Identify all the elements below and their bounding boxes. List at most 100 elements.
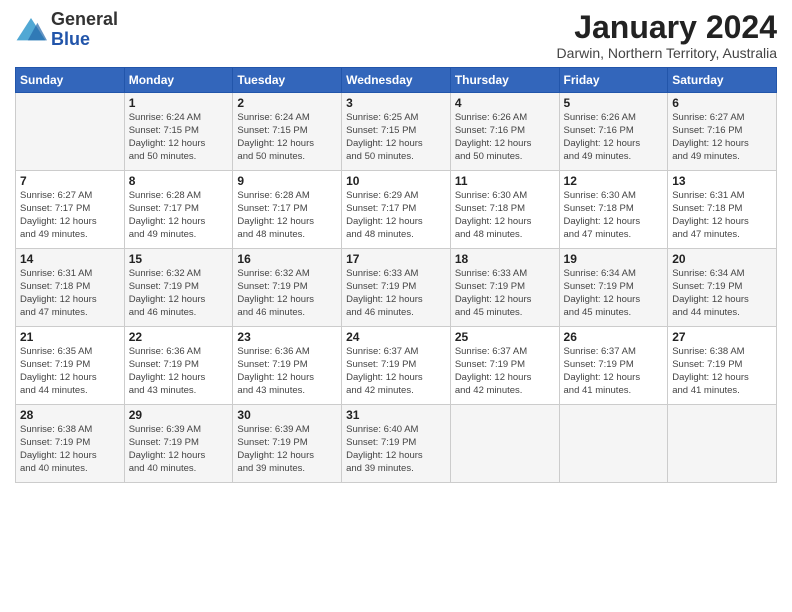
- day-info: Sunrise: 6:26 AMSunset: 7:16 PMDaylight:…: [455, 112, 555, 163]
- page: General Blue January 2024 Darwin, Northe…: [0, 0, 792, 612]
- day-cell: 5Sunrise: 6:26 AMSunset: 7:16 PMDaylight…: [559, 93, 668, 171]
- day-cell: 9 Sunrise: 6:28 AMSunset: 7:17 PMDaylight…: [233, 171, 342, 249]
- month-title: January 2024: [557, 10, 777, 45]
- day-number: 16: [237, 252, 337, 266]
- day-number: 28: [20, 408, 120, 422]
- day-info: Sunrise: 6:29 AMSunset: 7:17 PMDaylight:…: [346, 190, 446, 241]
- day-cell: 25 Sunrise: 6:37 AMSunset: 7:19 PMDayligh…: [450, 327, 559, 405]
- day-cell: 17 Sunrise: 6:33 AMSunset: 7:19 PMDayligh…: [342, 249, 451, 327]
- day-info: Sunrise: 6:28 AMSunset: 7:17 PMDaylight:…: [237, 190, 337, 241]
- header-cell-thursday: Thursday: [450, 68, 559, 93]
- day-info: Sunrise: 6:30 AMSunset: 7:18 PMDaylight:…: [564, 190, 664, 241]
- day-cell: 7 Sunrise: 6:27 AMSunset: 7:17 PMDaylight…: [16, 171, 125, 249]
- day-info: Sunrise: 6:36 AMSunset: 7:19 PMDaylight:…: [129, 346, 229, 397]
- calendar-table: SundayMondayTuesdayWednesdayThursdayFrid…: [15, 67, 777, 483]
- day-number: 11: [455, 174, 555, 188]
- day-cell: 19Sunrise: 6:34 AMSunset: 7:19 PMDayligh…: [559, 249, 668, 327]
- day-info: Sunrise: 6:38 AMSunset: 7:19 PMDaylight:…: [20, 424, 120, 475]
- day-info: Sunrise: 6:39 AMSunset: 7:19 PMDaylight:…: [237, 424, 337, 475]
- logo: General Blue: [15, 10, 118, 50]
- day-number: 17: [346, 252, 446, 266]
- day-info: Sunrise: 6:28 AMSunset: 7:17 PMDaylight:…: [129, 190, 229, 241]
- day-number: 5: [564, 96, 664, 110]
- day-number: 7: [20, 174, 120, 188]
- day-cell: 10 Sunrise: 6:29 AMSunset: 7:17 PMDayligh…: [342, 171, 451, 249]
- day-info: Sunrise: 6:39 AMSunset: 7:19 PMDaylight:…: [129, 424, 229, 475]
- day-number: 29: [129, 408, 229, 422]
- day-cell: 20Sunrise: 6:34 AMSunset: 7:19 PMDayligh…: [668, 249, 777, 327]
- title-block: January 2024 Darwin, Northern Territory,…: [557, 10, 777, 61]
- day-number: 18: [455, 252, 555, 266]
- day-number: 14: [20, 252, 120, 266]
- day-cell: 8 Sunrise: 6:28 AMSunset: 7:17 PMDaylight…: [124, 171, 233, 249]
- day-info: Sunrise: 6:36 AMSunset: 7:19 PMDaylight:…: [237, 346, 337, 397]
- day-number: 24: [346, 330, 446, 344]
- day-info: Sunrise: 6:27 AMSunset: 7:17 PMDaylight:…: [20, 190, 120, 241]
- day-cell: 4Sunrise: 6:26 AMSunset: 7:16 PMDaylight…: [450, 93, 559, 171]
- logo-general: General: [51, 9, 118, 29]
- day-number: 12: [564, 174, 664, 188]
- day-cell: 30 Sunrise: 6:39 AMSunset: 7:19 PMDayligh…: [233, 405, 342, 483]
- day-cell: 2Sunrise: 6:24 AMSunset: 7:15 PMDaylight…: [233, 93, 342, 171]
- day-number: 25: [455, 330, 555, 344]
- day-info: Sunrise: 6:25 AMSunset: 7:15 PMDaylight:…: [346, 112, 446, 163]
- day-info: Sunrise: 6:37 AMSunset: 7:19 PMDaylight:…: [455, 346, 555, 397]
- day-number: 30: [237, 408, 337, 422]
- header-cell-wednesday: Wednesday: [342, 68, 451, 93]
- day-number: 31: [346, 408, 446, 422]
- day-cell: 13Sunrise: 6:31 AMSunset: 7:18 PMDayligh…: [668, 171, 777, 249]
- day-info: Sunrise: 6:40 AMSunset: 7:19 PMDaylight:…: [346, 424, 446, 475]
- day-number: 19: [564, 252, 664, 266]
- day-info: Sunrise: 6:32 AMSunset: 7:19 PMDaylight:…: [237, 268, 337, 319]
- day-info: Sunrise: 6:33 AMSunset: 7:19 PMDaylight:…: [346, 268, 446, 319]
- day-number: 22: [129, 330, 229, 344]
- day-cell: 6Sunrise: 6:27 AMSunset: 7:16 PMDaylight…: [668, 93, 777, 171]
- day-cell: 27Sunrise: 6:38 AMSunset: 7:19 PMDayligh…: [668, 327, 777, 405]
- day-info: Sunrise: 6:32 AMSunset: 7:19 PMDaylight:…: [129, 268, 229, 319]
- logo-text: General Blue: [51, 10, 118, 50]
- day-number: 23: [237, 330, 337, 344]
- day-info: Sunrise: 6:33 AMSunset: 7:19 PMDaylight:…: [455, 268, 555, 319]
- day-cell: 18 Sunrise: 6:33 AMSunset: 7:19 PMDayligh…: [450, 249, 559, 327]
- header-row: SundayMondayTuesdayWednesdayThursdayFrid…: [16, 68, 777, 93]
- day-info: Sunrise: 6:34 AMSunset: 7:19 PMDaylight:…: [672, 268, 772, 319]
- day-number: 8: [129, 174, 229, 188]
- day-cell: [559, 405, 668, 483]
- day-cell: 15Sunrise: 6:32 AMSunset: 7:19 PMDayligh…: [124, 249, 233, 327]
- week-row-4: 21Sunrise: 6:35 AMSunset: 7:19 PMDayligh…: [16, 327, 777, 405]
- day-info: Sunrise: 6:31 AMSunset: 7:18 PMDaylight:…: [20, 268, 120, 319]
- logo-blue: Blue: [51, 29, 90, 49]
- day-number: 9: [237, 174, 337, 188]
- day-cell: 21Sunrise: 6:35 AMSunset: 7:19 PMDayligh…: [16, 327, 125, 405]
- day-cell: 22 Sunrise: 6:36 AMSunset: 7:19 PMDayligh…: [124, 327, 233, 405]
- header-cell-monday: Monday: [124, 68, 233, 93]
- week-row-1: 1Sunrise: 6:24 AMSunset: 7:15 PMDaylight…: [16, 93, 777, 171]
- day-cell: 23 Sunrise: 6:36 AMSunset: 7:19 PMDayligh…: [233, 327, 342, 405]
- day-cell: 29 Sunrise: 6:39 AMSunset: 7:19 PMDayligh…: [124, 405, 233, 483]
- week-row-3: 14 Sunrise: 6:31 AMSunset: 7:18 PMDayligh…: [16, 249, 777, 327]
- day-cell: 3 Sunrise: 6:25 AMSunset: 7:15 PMDaylight…: [342, 93, 451, 171]
- header-cell-saturday: Saturday: [668, 68, 777, 93]
- day-number: 27: [672, 330, 772, 344]
- week-row-5: 28 Sunrise: 6:38 AMSunset: 7:19 PMDayligh…: [16, 405, 777, 483]
- day-number: 13: [672, 174, 772, 188]
- day-cell: 12 Sunrise: 6:30 AMSunset: 7:18 PMDayligh…: [559, 171, 668, 249]
- day-cell: 1Sunrise: 6:24 AMSunset: 7:15 PMDaylight…: [124, 93, 233, 171]
- day-info: Sunrise: 6:30 AMSunset: 7:18 PMDaylight:…: [455, 190, 555, 241]
- day-cell: 28 Sunrise: 6:38 AMSunset: 7:19 PMDayligh…: [16, 405, 125, 483]
- day-info: Sunrise: 6:24 AMSunset: 7:15 PMDaylight:…: [237, 112, 337, 163]
- day-cell: [668, 405, 777, 483]
- day-number: 3: [346, 96, 446, 110]
- day-cell: [16, 93, 125, 171]
- header-cell-tuesday: Tuesday: [233, 68, 342, 93]
- day-cell: 11 Sunrise: 6:30 AMSunset: 7:18 PMDayligh…: [450, 171, 559, 249]
- header-cell-sunday: Sunday: [16, 68, 125, 93]
- location-subtitle: Darwin, Northern Territory, Australia: [557, 45, 777, 61]
- day-cell: 26Sunrise: 6:37 AMSunset: 7:19 PMDayligh…: [559, 327, 668, 405]
- day-number: 10: [346, 174, 446, 188]
- day-number: 6: [672, 96, 772, 110]
- day-info: Sunrise: 6:37 AMSunset: 7:19 PMDaylight:…: [346, 346, 446, 397]
- day-cell: 14 Sunrise: 6:31 AMSunset: 7:18 PMDayligh…: [16, 249, 125, 327]
- day-cell: 31 Sunrise: 6:40 AMSunset: 7:19 PMDayligh…: [342, 405, 451, 483]
- day-info: Sunrise: 6:35 AMSunset: 7:19 PMDaylight:…: [20, 346, 120, 397]
